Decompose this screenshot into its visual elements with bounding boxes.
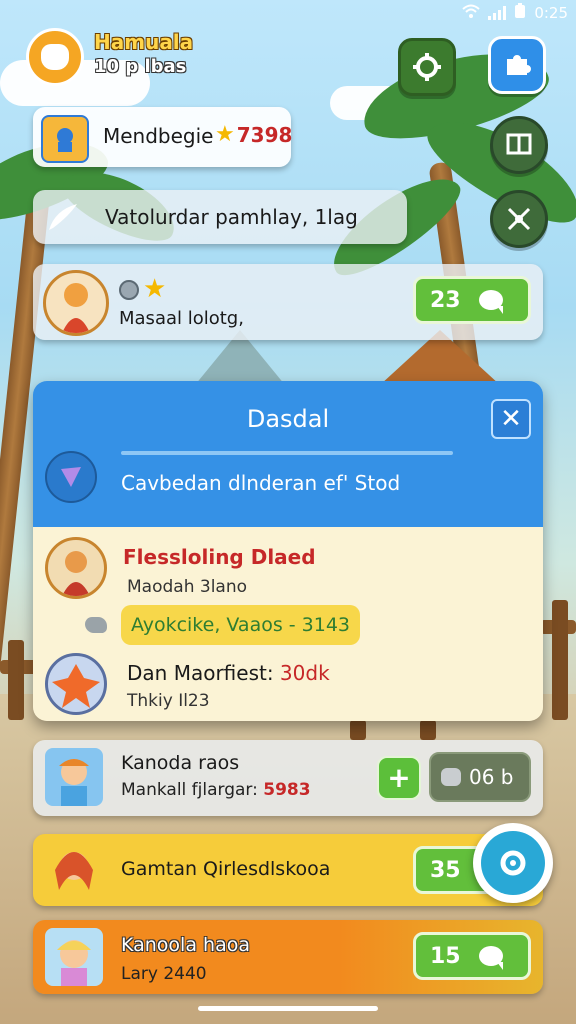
plus-icon: + [387,761,411,794]
entry1-portrait [45,537,107,599]
chat-bubble-icon [478,946,503,970]
star-icon: ★ [215,122,235,147]
signal-icon [488,6,507,20]
modal-body: Flessloling Dlaed Maodah 3lano Ayokcike,… [33,527,543,721]
character-count: 23 [430,287,461,313]
list-item[interactable]: Kanoola haoa Lary 2440 15 [33,920,543,994]
list-item-count: 15 [430,943,461,969]
modal-header: Dasdal ✕ Cavbedan dlnderan ef' Stod [33,381,543,527]
list-item-portrait [45,928,103,986]
add-button[interactable]: + [377,756,421,800]
list-item-sub: Mankall fjlargar: 5983 [121,780,311,800]
settings-button[interactable] [398,38,456,96]
status-time: 0:25 [534,4,568,22]
list-item-portrait [45,748,103,806]
list-item-title: Kanoda raos [121,752,240,774]
list-item-title: Gamtan Qirlesdlskooa [121,858,331,880]
entry2-name: Dan Maorfiest: 30dk [127,661,330,685]
list-item-sub-value: 5983 [263,780,311,800]
wifi-icon [462,4,480,22]
modal-title: Dasdal [246,405,330,433]
fence-post [552,600,568,720]
character-portrait [43,270,109,336]
player-avatar[interactable] [26,28,84,86]
crystal-icon [45,451,97,503]
board-icon [506,133,532,155]
character-count-button[interactable]: 23 [413,276,531,324]
list-item[interactable]: Gamtan Qirlesdlskooa 35 [33,834,543,906]
modal-subtitle: Cavbedan dlnderan ef' Stod [121,471,401,495]
top-card-stars: ★ 7398 [215,123,292,147]
fence-post [350,720,366,740]
fence-post [420,720,436,740]
coin-icon [119,280,139,300]
top-card-star-value: 7398 [236,123,293,147]
entry2-name-prefix: Dan Maorfiest: [127,661,274,685]
close-button[interactable]: ✕ [491,399,531,439]
star-icon: ★ [143,274,167,304]
player-name: Hamuala [94,30,194,54]
list-item-count: 35 [430,857,461,883]
puzzle-button[interactable] [488,36,546,94]
notice-text: Vatolurdar pamhlay, 1lag [105,205,358,229]
entry2-portrait [45,653,107,715]
stone-icon [85,617,107,633]
top-card-label: Mendbegie [103,124,214,148]
board-button[interactable] [490,116,548,174]
gear-icon [413,53,441,81]
character-card[interactable]: ★ Masaal lolotg, 23 [33,264,543,340]
modal-divider [121,451,453,455]
floating-action-button[interactable] [473,823,553,903]
entry2-sub: Thkiy Il23 [127,691,210,711]
list-item[interactable]: Kanoda raos Mankall fjlargar: 5983 + 06 … [33,740,543,816]
highlight-text: Ayokcike, Vaaos - 3143 [131,614,351,636]
helmet-icon [41,115,89,163]
list-item-sub: Lary 2440 [121,964,207,984]
list-item-portrait [45,840,103,898]
tools-icon [507,207,531,231]
chat-bubble-icon [478,290,503,314]
fence-post [8,640,24,720]
entry1-sub: Maodah 3lano [127,577,248,597]
character-text: Masaal lolotg, [119,308,244,329]
entry1-name: Flessloling Dlaed [123,545,316,569]
list-item-count-button[interactable]: 15 [413,932,531,980]
tools-button[interactable] [490,190,548,248]
resource-button[interactable]: 06 b [429,752,531,802]
fab-inner [481,831,545,895]
highlight-badge[interactable]: Ayokcike, Vaaos - 3143 [121,605,361,645]
entry2-name-value: 30dk [279,661,330,685]
close-icon: ✕ [500,404,522,434]
modal-dialog: Dasdal ✕ Cavbedan dlnderan ef' Stod Fles… [33,381,543,721]
home-indicator[interactable] [198,1006,378,1011]
gear-badge-icon [500,850,526,876]
resource-value: 06 b [469,765,514,789]
list-item-title: Kanoola haoa [121,934,250,956]
status-bar: 0:25 [462,0,568,26]
apple-icon [41,44,69,70]
notice-card[interactable]: Vatolurdar pamhlay, 1lag [33,190,407,244]
feather-icon [45,200,81,238]
stone-icon [441,768,461,786]
battery-icon [514,3,526,23]
list-item-sub-prefix: Mankall fjlargar: [121,780,258,800]
top-card[interactable]: Mendbegie ★ 7398 [33,107,292,167]
puzzle-icon [507,55,531,75]
player-subtitle: 10 p lbas [94,56,187,77]
